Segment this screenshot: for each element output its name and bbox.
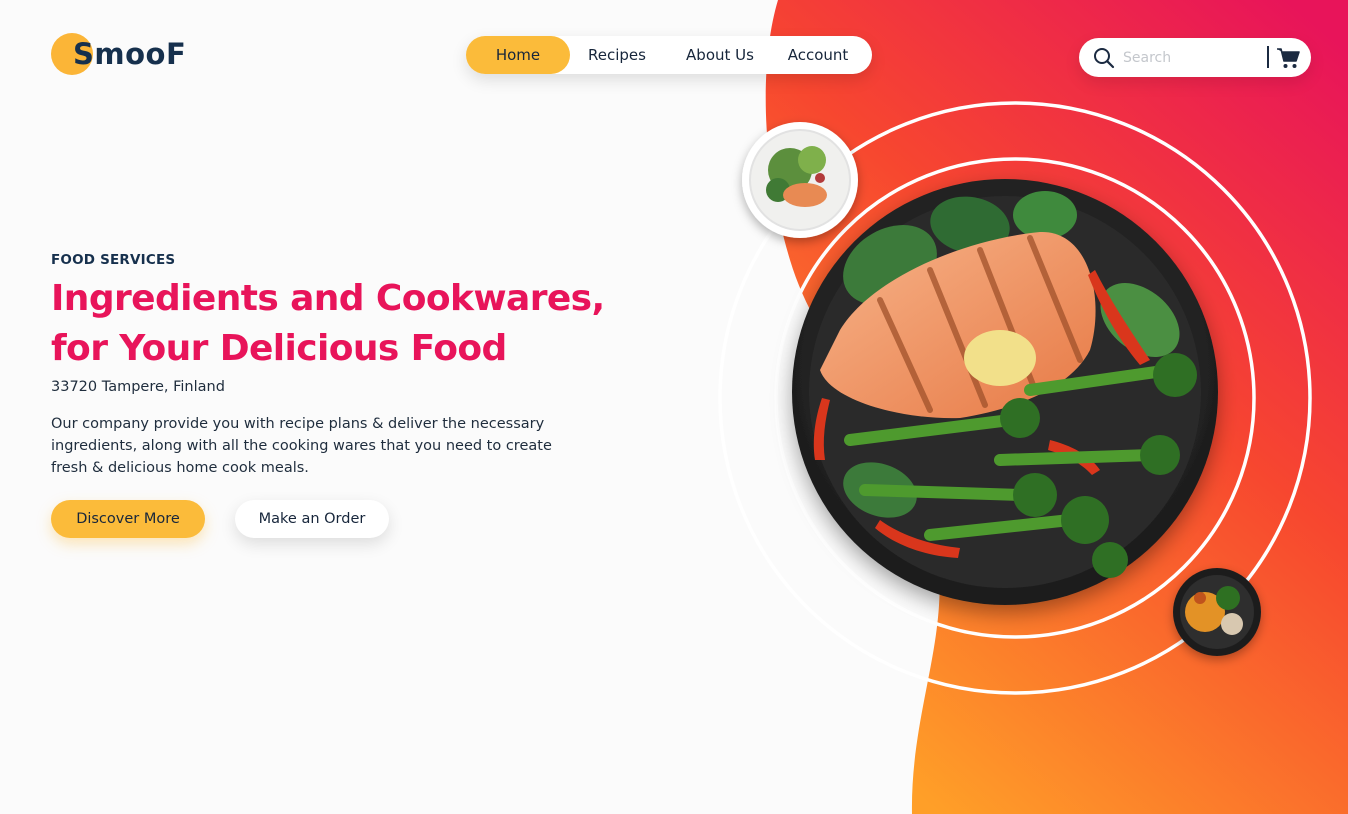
search-input[interactable]: [1123, 46, 1263, 70]
hero-headline-line1: Ingredients and Cookwares,: [51, 278, 605, 319]
search-divider: [1267, 46, 1269, 68]
hero-eyebrow: FOOD SERVICES: [51, 252, 176, 268]
main-dish-image: [792, 179, 1218, 605]
small-dish-top-image: [742, 122, 858, 238]
discover-more-button[interactable]: Discover More: [51, 500, 205, 538]
logo-text: SmooF: [73, 37, 187, 71]
make-an-order-button[interactable]: Make an Order: [235, 500, 389, 538]
salmon-fillet: [820, 231, 1096, 419]
food-illustrations: [742, 122, 1261, 656]
small-dish-bottom-image: [1173, 568, 1261, 656]
hero-location: 33720 Tampere, Finland: [51, 379, 225, 395]
hero-headline: Ingredients and Cookwares, for Your Deli…: [51, 274, 691, 374]
hero-headline-line2: for Your Delicious Food: [51, 328, 507, 369]
hero-gradient-background: [718, 0, 1348, 814]
cart-icon[interactable]: [1275, 45, 1301, 71]
nav-item-recipes[interactable]: Recipes: [570, 36, 664, 74]
search-bar: [1079, 38, 1311, 77]
hero-description: Our company provide you with recipe plan…: [51, 416, 552, 476]
broccolini: [844, 353, 1197, 578]
nav-item-account[interactable]: Account: [776, 36, 860, 74]
logo[interactable]: SmooF: [51, 33, 211, 77]
red-peppers: [813, 270, 1150, 558]
search-icon[interactable]: [1092, 46, 1116, 70]
nav-item-home[interactable]: Home: [466, 36, 570, 74]
main-nav: Home Recipes About Us Account: [466, 36, 872, 74]
nav-item-about-us[interactable]: About Us: [664, 36, 776, 74]
dish-greens: [843, 191, 1180, 518]
